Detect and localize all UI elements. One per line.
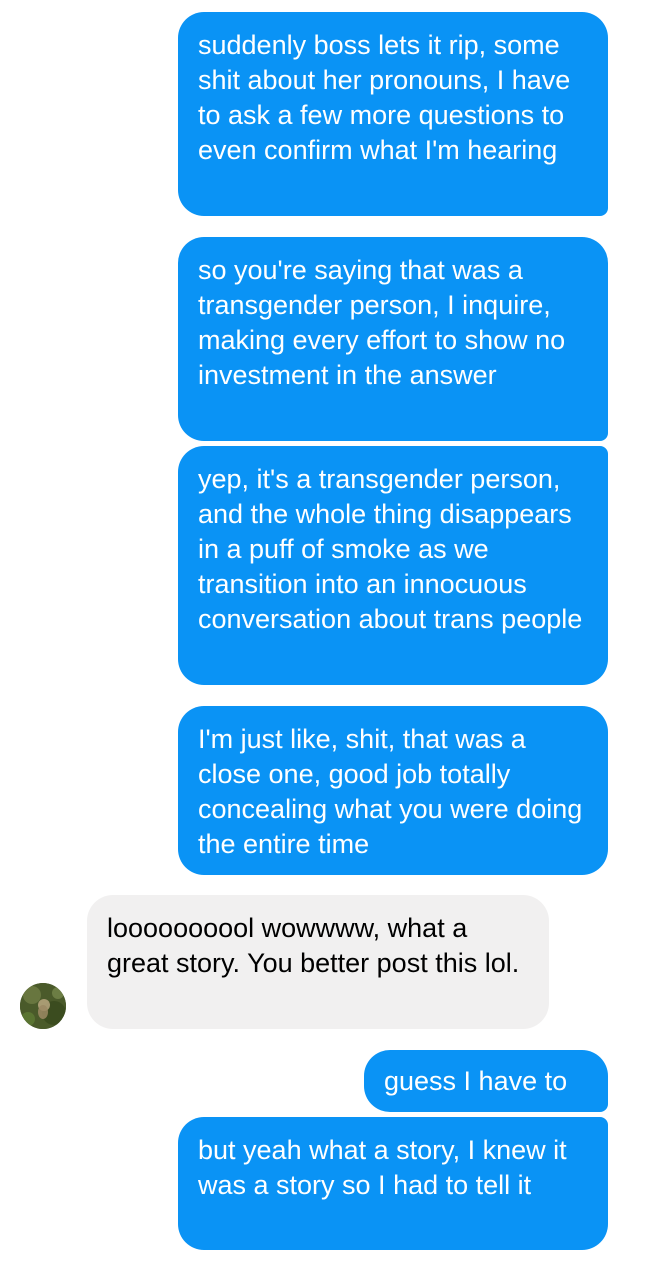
incoming-message[interactable]: loooooooool wowwww, what a great story. … — [87, 895, 549, 1029]
message-thread: suddenly boss lets it rip, some shit abo… — [0, 0, 648, 1261]
avatar-image — [20, 983, 66, 1029]
outgoing-message[interactable]: guess I have to — [364, 1050, 608, 1112]
outgoing-message[interactable]: yep, it's a transgender person, and the … — [178, 446, 608, 685]
outgoing-message[interactable]: I'm just like, shit, that was a close on… — [178, 706, 608, 875]
outgoing-message[interactable]: but yeah what a story, I knew it was a s… — [178, 1117, 608, 1250]
contact-avatar-icon[interactable] — [20, 983, 66, 1029]
outgoing-message[interactable]: so you're saying that was a transgender … — [178, 237, 608, 441]
outgoing-message[interactable]: suddenly boss lets it rip, some shit abo… — [178, 12, 608, 216]
